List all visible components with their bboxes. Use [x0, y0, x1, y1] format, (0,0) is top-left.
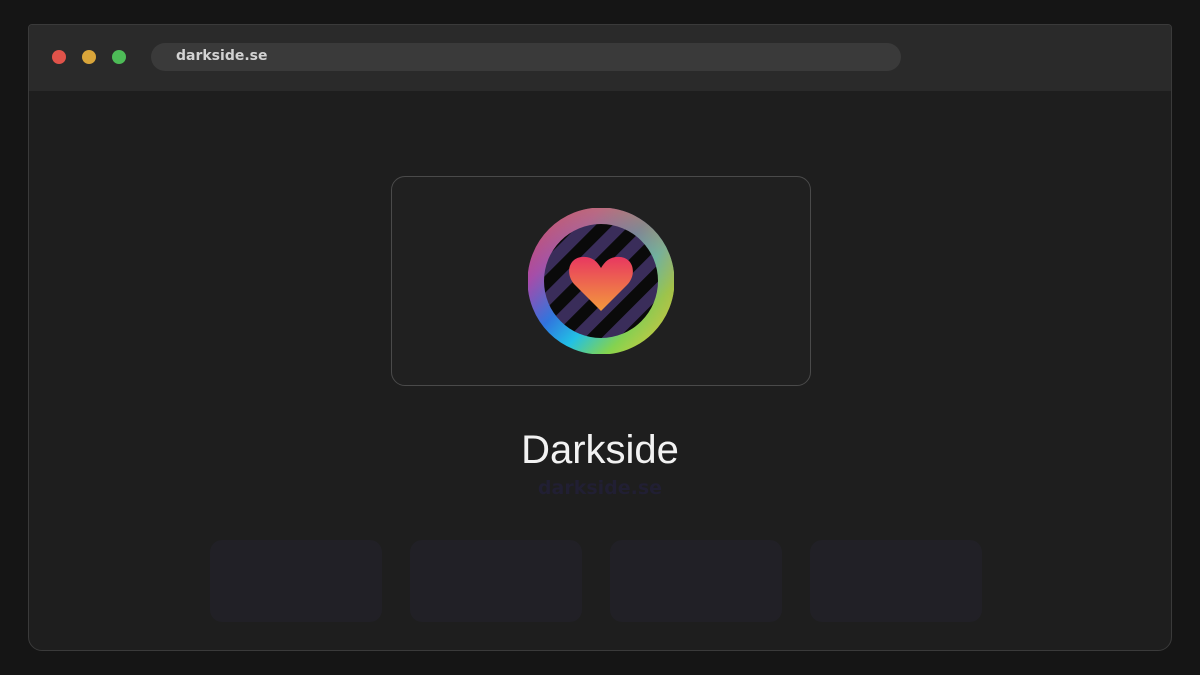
- rainbow-heart-logo-icon: [528, 208, 674, 354]
- link-tile[interactable]: [210, 540, 382, 622]
- logo-card: [391, 176, 811, 386]
- address-bar[interactable]: darkside.se: [151, 43, 901, 71]
- link-tile[interactable]: [410, 540, 582, 622]
- link-tile[interactable]: [610, 540, 782, 622]
- minimize-dot-icon[interactable]: [82, 50, 96, 64]
- address-text: darkside.se: [176, 48, 268, 64]
- browser-titlebar: darkside.se: [29, 25, 1171, 91]
- link-tile[interactable]: [810, 540, 982, 622]
- maximize-dot-icon[interactable]: [112, 50, 126, 64]
- browser-window: darkside.se Darkside darkside.se: [28, 24, 1172, 651]
- close-dot-icon[interactable]: [52, 50, 66, 64]
- site-title: Darkside: [521, 428, 679, 472]
- site-domain: darkside.se: [537, 477, 663, 499]
